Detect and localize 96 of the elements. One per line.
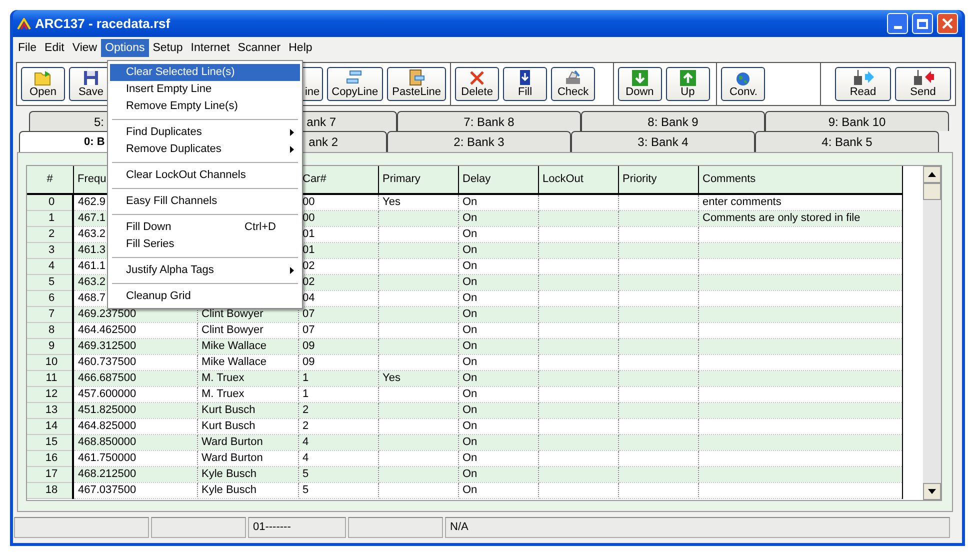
table-cell: On [462,388,478,400]
row-number: 17 [45,468,58,480]
table-cell: 463.2 [78,228,106,240]
table-cell: On [462,324,478,336]
table-cell: On [462,484,478,496]
table-cell: 2 [302,420,309,432]
status-panel: 01------- [248,517,346,538]
table-cell: On [462,196,478,208]
row-number: 6 [48,292,55,304]
table-cell: 464.825000 [78,420,136,432]
row-number: 2 [48,228,55,240]
row-number: 18 [45,484,58,496]
row-number: 1 [48,212,55,224]
table-cell: 464.462500 [78,324,136,336]
table-cell: 02 [302,276,315,288]
row-number: 14 [45,420,58,432]
table-cell: 4 [302,436,309,448]
row-number: 7 [48,308,55,320]
table-cell: 468.850000 [78,436,136,448]
table-cell: 07 [302,308,315,320]
table-cell: 00 [302,212,315,224]
table-cell: 09 [302,356,315,368]
table-cell: 461.750000 [78,452,136,464]
table-cell: On [462,212,478,224]
table-cell: Kurt Busch [202,404,256,416]
table-cell: On [462,260,478,272]
table-cell: 01 [302,244,315,256]
row-number: 10 [45,356,58,368]
table-cell: 469.237500 [78,308,136,320]
table-cell: M. Truex [202,388,244,400]
table-cell: Mike Wallace [202,340,266,352]
row-number: 5 [48,276,55,288]
table-cell: 468.7 [78,292,106,304]
table-cell: Kurt Busch [202,420,256,432]
table-cell: 1 [302,388,309,400]
table-cell: Kyle Busch [202,484,257,496]
table-cell: On [462,228,478,240]
table-cell: 5 [302,484,309,496]
table-cell: 468.212500 [78,468,136,480]
row-number: 4 [48,260,55,272]
table-cell: 07 [302,324,315,336]
row-number: 0 [48,196,55,208]
row-number: 8 [48,324,55,336]
table-cell: 462.9 [78,196,106,208]
row-number: 12 [45,388,58,400]
window-title: ARC137 - racedata.rsf [35,14,172,33]
table-cell: On [462,468,478,480]
table-cell: 4 [302,452,309,464]
table-cell: 461.1 [78,260,106,272]
table-cell: 466.687500 [78,372,136,384]
table-cell: Yes [382,372,400,384]
table-cell: Ward Burton [202,452,263,464]
table-cell: 01 [302,228,315,240]
table-cell: 460.737500 [78,356,136,368]
table-cell: 1 [302,372,309,384]
status-panel: N/A [445,517,950,538]
table-cell: Clint Bowyer [202,324,264,336]
table-cell: Comments are only stored in file [702,212,860,224]
table-cell: On [462,244,478,256]
table-cell: On [462,436,478,448]
table-cell: 5 [302,468,309,480]
table-cell: 467.1 [78,212,106,224]
row-number: 9 [48,340,55,352]
table-cell: Yes [382,196,400,208]
table-cell: 02 [302,260,315,272]
row-number: 13 [45,404,58,416]
table-cell: 2 [302,404,309,416]
table-cell: 09 [302,340,315,352]
table-cell: 469.312500 [78,340,136,352]
table-cell: Clint Bowyer [202,308,264,320]
table-cell: Mike Wallace [202,356,266,368]
table-cell: On [462,404,478,416]
table-cell: 457.600000 [78,388,136,400]
row-number: 15 [45,436,58,448]
table-cell: On [462,340,478,352]
shortcut-label: Ctrl+D [244,220,276,236]
table-cell: 451.825000 [78,404,136,416]
table-cell: M. Truex [202,372,244,384]
table-cell: 00 [302,196,315,208]
row-number: 3 [48,244,55,256]
row-number: 11 [46,372,58,384]
table-cell: 467.037500 [78,484,136,496]
table-cell: On [462,356,478,368]
table-cell: On [462,276,478,288]
table-cell: On [462,292,478,304]
table-cell: enter comments [702,196,782,208]
table-cell: 463.2 [78,276,106,288]
table-cell: On [462,308,478,320]
row-number: 16 [45,452,58,464]
table-cell: Ward Burton [202,436,263,448]
table-cell: On [462,372,478,384]
table-cell: 04 [302,292,315,304]
table-cell: Kyle Busch [202,468,257,480]
table-cell: On [462,452,478,464]
table-cell: On [462,420,478,432]
table-cell: 461.3 [78,244,106,256]
